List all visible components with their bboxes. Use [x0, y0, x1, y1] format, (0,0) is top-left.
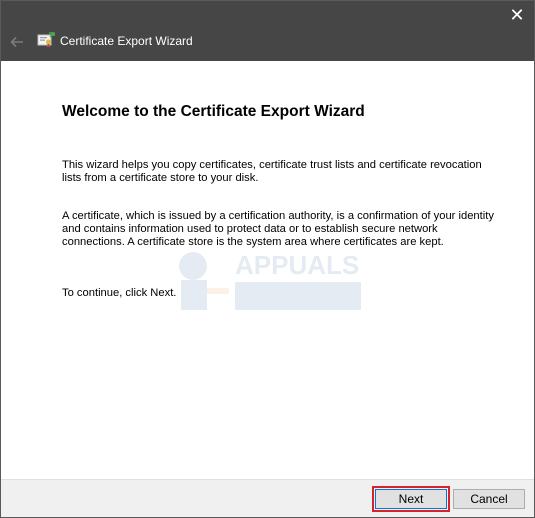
intro-paragraph: This wizard helps you copy certificates,… — [62, 159, 482, 185]
close-button[interactable]: ✕ — [500, 1, 534, 29]
close-icon: ✕ — [509, 4, 525, 25]
title-bar: ✕ Certificate Export Wizard — [1, 1, 534, 61]
cancel-button[interactable]: Cancel — [453, 489, 525, 509]
wizard-footer: Next Cancel — [1, 479, 534, 517]
svg-text:APPUALS: APPUALS — [235, 250, 359, 280]
wizard-content: Welcome to the Certificate Export Wizard… — [1, 61, 534, 480]
certificate-wizard-icon — [37, 32, 55, 48]
certificate-export-wizard-window: ✕ Certificate Export Wizard Welcome to t… — [0, 0, 535, 518]
page-heading: Welcome to the Certificate Export Wizard — [62, 103, 365, 120]
next-button[interactable]: Next — [375, 489, 447, 509]
back-button[interactable] — [7, 32, 27, 52]
back-arrow-icon — [10, 36, 23, 48]
wizard-title: Certificate Export Wizard — [60, 34, 193, 48]
watermark-logo: APPUALS — [179, 250, 361, 310]
